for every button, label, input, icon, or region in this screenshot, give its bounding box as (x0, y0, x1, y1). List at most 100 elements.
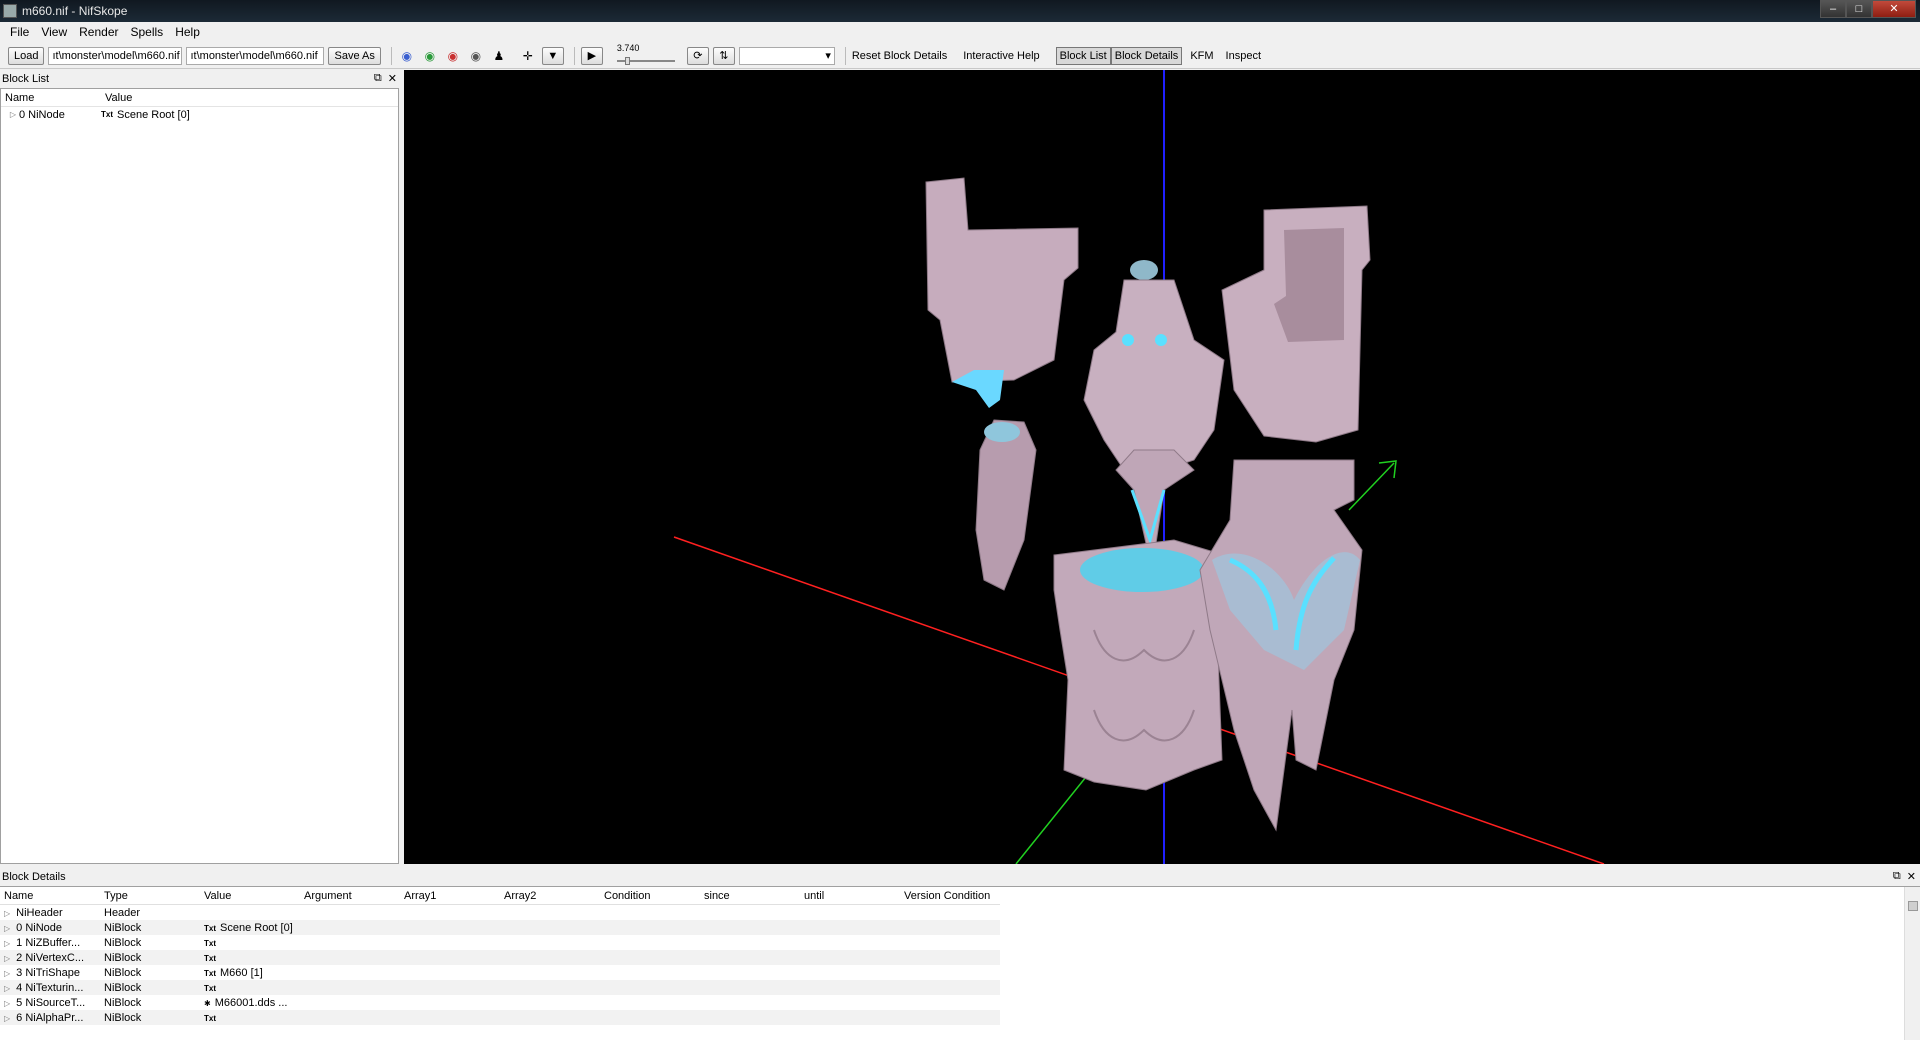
column-header-array1[interactable]: Array1 (400, 890, 500, 902)
expand-arrow-icon[interactable]: ▷ (4, 954, 10, 963)
row-value: Txt Scene Root [0] (200, 922, 300, 934)
expand-arrow-icon[interactable]: ▷ (4, 969, 10, 978)
row-type: NiBlock (104, 966, 142, 979)
txt-icon: Txt (204, 923, 216, 933)
window-controls: – □ ✕ (1820, 0, 1916, 18)
column-header-value[interactable]: Value (200, 890, 300, 902)
animation-select[interactable]: ▾ (738, 46, 835, 65)
loop-icon[interactable]: ⟳ (686, 46, 709, 65)
menu-render[interactable]: Render (73, 25, 124, 39)
table-row[interactable]: ▷ 3 NiTriShape NiBlock Txt M660 [1] (0, 965, 1000, 980)
save-as-button[interactable]: Save As (328, 46, 381, 65)
row-type: NiBlock (104, 981, 142, 994)
reset-block-details-button[interactable]: Reset Block Details (852, 50, 947, 62)
row-value: Txt (200, 982, 300, 994)
block-list-toggle[interactable]: Block List (1055, 46, 1111, 65)
row-value: Txt M660 [1] (200, 967, 300, 979)
view-red-icon[interactable]: ◉ (444, 47, 462, 65)
menu-file[interactable]: File (4, 25, 35, 39)
toolbar-separator (844, 46, 846, 65)
float-icon[interactable]: ⧉ (1893, 870, 1901, 883)
close-panel-icon[interactable]: ✕ (388, 72, 397, 85)
save-path-input[interactable]: ıt\monster\model\m660.nif (186, 46, 325, 65)
green-arrow-line (1348, 462, 1395, 511)
block-details-toggle[interactable]: Block Details (1110, 46, 1183, 65)
interactive-help-button[interactable]: Interactive Help (963, 50, 1039, 62)
tree-row[interactable]: ▷ 0 NiNode Txt Scene Root [0] (1, 107, 398, 122)
column-header-name[interactable]: Name (0, 890, 100, 902)
row-value-text: Scene Root [0] (220, 921, 293, 934)
close-panel-icon[interactable]: ✕ (1907, 870, 1916, 883)
switch-icon[interactable]: ⇅ (712, 46, 735, 65)
table-row[interactable]: ▷ NiHeader Header (0, 905, 1000, 920)
time-value: 3.740 (616, 42, 640, 53)
txt-icon: Txt (204, 938, 216, 948)
row-name: ▷ 0 NiNode (0, 922, 100, 934)
menu-help[interactable]: Help (169, 25, 206, 39)
column-header-value[interactable]: Value (101, 92, 132, 104)
row-value (200, 907, 300, 919)
walk-icon[interactable]: ♟ (490, 47, 508, 65)
txt-icon: ✱ (204, 998, 211, 1008)
txt-icon: Txt (204, 983, 216, 993)
row-value: Txt (200, 952, 300, 964)
time-slider[interactable]: 3.740 (615, 42, 679, 67)
table-row[interactable]: ▷ 1 NiZBuffer... NiBlock Txt (0, 935, 1000, 950)
table-row[interactable]: ▷ 6 NiAlphaPr... NiBlock Txt (0, 1010, 1000, 1025)
toolbar: Load ıt\monster\model\m660.nif ıt\monste… (0, 43, 1920, 69)
expand-arrow-icon[interactable]: ▷ (4, 939, 10, 948)
column-header-argument[interactable]: Argument (300, 890, 400, 902)
title-bar: m660.nif - NifSkope – □ ✕ (0, 0, 1920, 22)
column-header-name[interactable]: Name (1, 92, 101, 104)
expand-arrow-icon[interactable]: ▷ (7, 110, 19, 119)
expand-arrow-icon[interactable]: ▷ (4, 924, 10, 933)
kfm-button[interactable]: KFM (1190, 50, 1213, 62)
table-row[interactable]: ▷ 2 NiVertexC... NiBlock Txt (0, 950, 1000, 965)
expand-arrow-icon[interactable]: ▷ (4, 909, 10, 918)
column-header-condition[interactable]: Condition (600, 890, 700, 902)
column-header-until[interactable]: until (800, 890, 900, 902)
menu-spells[interactable]: Spells (125, 25, 170, 39)
scrollbar[interactable] (1904, 887, 1920, 1040)
view-user-icon[interactable]: ◉ (467, 47, 485, 65)
column-header-type[interactable]: Type (100, 890, 200, 902)
minimize-icon[interactable]: – (1820, 0, 1846, 18)
nifskope-app-icon (3, 4, 17, 18)
column-header-array2[interactable]: Array2 (500, 890, 600, 902)
table-row[interactable]: ▷ 0 NiNode NiBlock Txt Scene Root [0] (0, 920, 1000, 935)
view-dropdown-button[interactable]: ▼ (541, 46, 564, 65)
row-name: ▷ 5 NiSourceT... (0, 997, 100, 1009)
menu-view[interactable]: View (35, 25, 73, 39)
row-type: Header (104, 906, 141, 919)
block-details-table[interactable]: Name Type Value Argument Array1 Array2 C… (0, 886, 1920, 1040)
block-list-tree[interactable]: Name Value ▷ 0 NiNode Txt Scene Root [0] (0, 88, 399, 864)
row-name-text: 1 NiZBuffer... (16, 936, 81, 949)
inspect-button[interactable]: Inspect (1226, 50, 1261, 62)
block-list-title: Block List (2, 73, 50, 85)
table-row[interactable]: ▷ 5 NiSourceT... NiBlock ✱ M66001.dds ... (0, 995, 1000, 1010)
column-header-version-condition[interactable]: Version Condition (900, 890, 1000, 902)
view-blue-icon[interactable]: ◉ (398, 47, 416, 65)
play-button[interactable]: ▶ (580, 46, 603, 65)
render-viewport[interactable] (404, 70, 1920, 864)
window-title: m660.nif - NifSkope (22, 4, 128, 18)
row-type: NiBlock (104, 1011, 142, 1024)
load-button[interactable]: Load (8, 46, 45, 65)
column-header-since[interactable]: since (700, 890, 800, 902)
view-green-icon[interactable]: ◉ (421, 47, 439, 65)
table-row[interactable]: ▷ 4 NiTexturin... NiBlock Txt (0, 980, 1000, 995)
txt-icon: Txt (204, 1013, 216, 1023)
expand-arrow-icon[interactable]: ▷ (4, 999, 10, 1008)
golem-model (925, 177, 1371, 832)
scrollbar-thumb[interactable] (1908, 901, 1918, 911)
row-name: ▷ NiHeader (0, 907, 100, 919)
expand-arrow-icon[interactable]: ▷ (4, 984, 10, 993)
move-icon[interactable]: ✛ (519, 47, 537, 65)
expand-arrow-icon[interactable]: ▷ (4, 1014, 10, 1023)
maximize-icon[interactable]: □ (1846, 0, 1872, 18)
float-icon[interactable]: ⧉ (374, 72, 382, 85)
close-icon[interactable]: ✕ (1872, 0, 1916, 18)
row-name: ▷ 2 NiVertexC... (0, 952, 100, 964)
tree-row-name: 0 NiNode (19, 108, 65, 121)
load-path-input[interactable]: ıt\monster\model\m660.nif (48, 46, 183, 65)
